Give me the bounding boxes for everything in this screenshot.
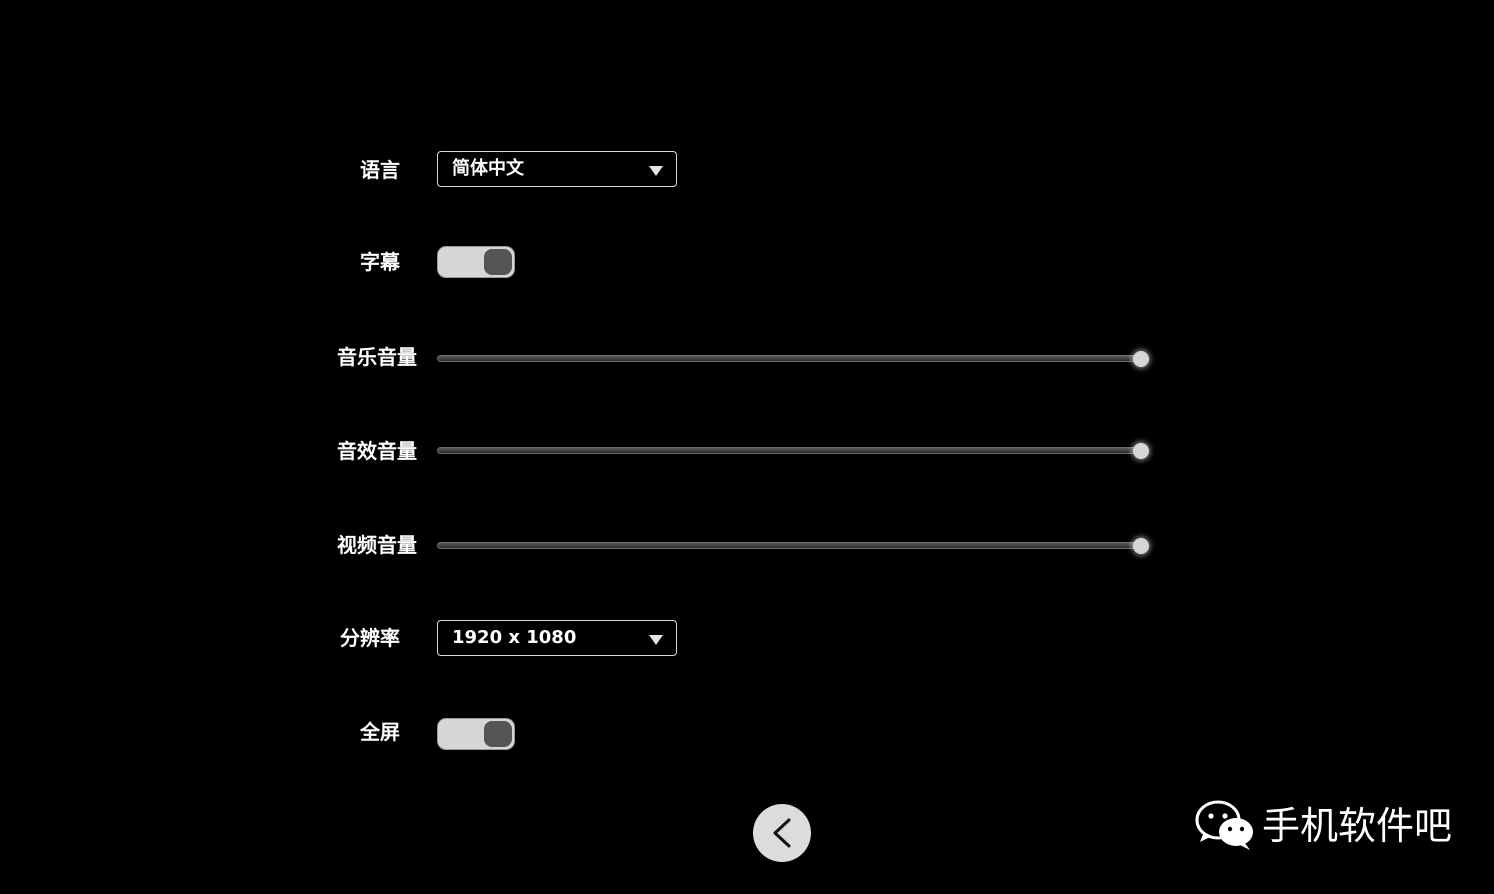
watermark: 手机软件吧 — [1194, 798, 1452, 854]
back-button[interactable] — [753, 804, 811, 862]
language-dropdown[interactable]: 简体中文 — [437, 151, 677, 187]
chevron-left-icon — [773, 818, 791, 848]
slider-track — [437, 447, 1141, 454]
language-label: 语言 — [360, 158, 400, 182]
resolution-selected-value: 1920 x 1080 — [452, 627, 577, 648]
slider-thumb[interactable] — [1133, 351, 1149, 367]
slider-track — [437, 542, 1141, 549]
video-volume-slider[interactable] — [437, 536, 1149, 556]
slider-track — [437, 355, 1141, 362]
resolution-dropdown[interactable]: 1920 x 1080 — [437, 620, 677, 656]
resolution-label: 分辨率 — [340, 626, 400, 650]
toggle-knob — [484, 249, 512, 275]
caret-down-icon — [649, 166, 663, 176]
music-volume-slider[interactable] — [437, 349, 1149, 369]
subtitles-toggle[interactable] — [437, 246, 515, 278]
music-volume-label: 音乐音量 — [337, 345, 417, 369]
watermark-text: 手机软件吧 — [1262, 804, 1453, 848]
toggle-knob — [484, 721, 512, 747]
sfx-volume-label: 音效音量 — [337, 439, 417, 463]
caret-down-icon — [649, 635, 663, 645]
fullscreen-toggle[interactable] — [437, 718, 515, 750]
slider-thumb[interactable] — [1133, 443, 1149, 459]
slider-thumb[interactable] — [1133, 538, 1149, 554]
language-selected-value: 简体中文 — [452, 158, 524, 179]
wechat-icon — [1195, 800, 1253, 850]
subtitles-label: 字幕 — [360, 250, 400, 274]
fullscreen-label: 全屏 — [360, 720, 400, 744]
sfx-volume-slider[interactable] — [437, 441, 1149, 461]
video-volume-label: 视频音量 — [337, 533, 417, 557]
